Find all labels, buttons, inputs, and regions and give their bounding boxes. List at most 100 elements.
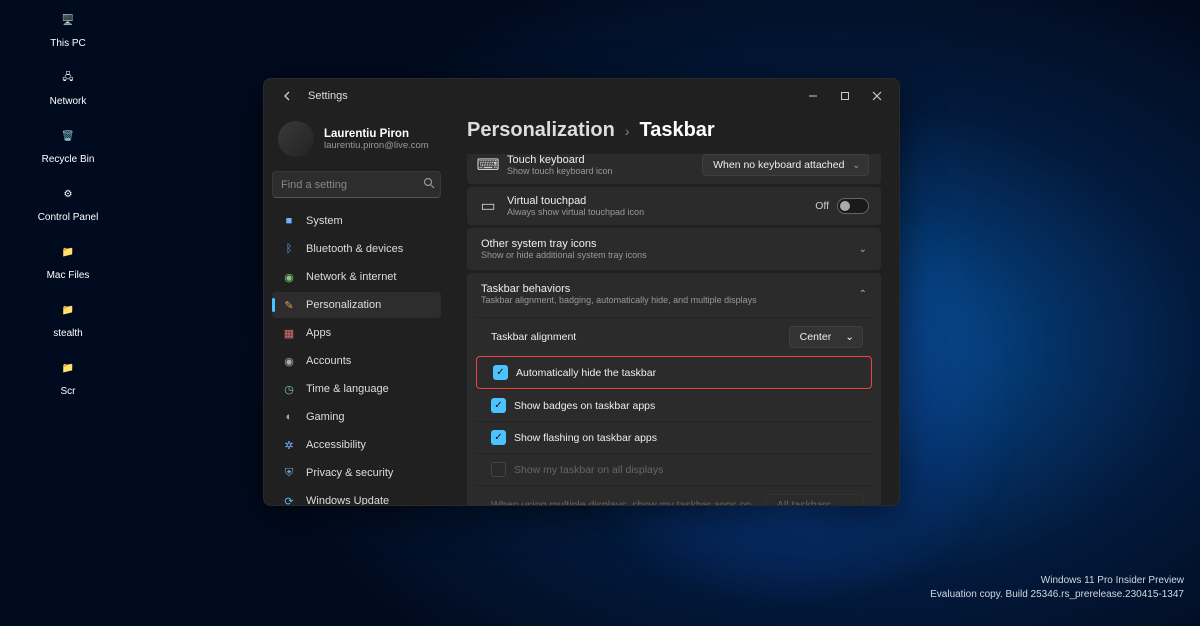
chevron-right-icon: › bbox=[625, 123, 630, 139]
window-title: Settings bbox=[308, 90, 348, 102]
all-displays-checkbox bbox=[491, 462, 506, 477]
profile-name: Laurentiu Piron bbox=[324, 128, 429, 140]
multi-displays-dropdown: All taskbars ⌄ bbox=[766, 494, 863, 505]
chevron-down-icon: ⌄ bbox=[859, 244, 867, 255]
folder-icon: 📁 bbox=[54, 238, 82, 266]
sidebar-item-network[interactable]: ◉ Network & internet bbox=[272, 264, 441, 290]
row-all-displays: Show my taskbar on all displays bbox=[475, 453, 873, 485]
sidebar-item-label: Time & language bbox=[306, 383, 389, 395]
folder-icon: 📁 bbox=[54, 296, 82, 324]
desktop-icon-label: Network bbox=[50, 96, 87, 107]
sidebar-item-label: Accounts bbox=[306, 355, 351, 367]
profile-block[interactable]: Laurentiu Piron laurentiu.piron@live.com bbox=[272, 113, 441, 171]
avatar bbox=[278, 121, 314, 157]
desktop-icon-scr[interactable]: 📁 Scr bbox=[32, 354, 104, 397]
row-label: Automatically hide the taskbar bbox=[516, 367, 861, 379]
dropdown-value: All taskbars bbox=[777, 499, 831, 505]
desktop-icon-stealth[interactable]: 📁 stealth bbox=[32, 296, 104, 339]
expander-header-other-tray[interactable]: Other system tray icons Show or hide add… bbox=[467, 228, 881, 270]
desktop-icon-label: Mac Files bbox=[47, 270, 90, 281]
setting-title: Virtual touchpad bbox=[507, 195, 805, 207]
watermark: Windows 11 Pro Insider Preview Evaluatio… bbox=[930, 574, 1184, 602]
chevron-down-icon: ⌄ bbox=[845, 331, 854, 343]
dropdown-value: When no keyboard attached bbox=[713, 159, 844, 171]
network-icon: 🖧 bbox=[54, 64, 82, 92]
setting-touch-keyboard[interactable]: ⌨ Touch keyboard Show touch keyboard ico… bbox=[467, 154, 881, 184]
back-button[interactable] bbox=[274, 82, 302, 110]
expander-title: Taskbar behaviors bbox=[481, 283, 859, 295]
folder-icon: 📁 bbox=[54, 354, 82, 382]
touch-keyboard-dropdown[interactable]: When no keyboard attached ⌄ bbox=[702, 154, 869, 176]
personalization-icon: ✎ bbox=[282, 298, 296, 312]
setting-virtual-touchpad[interactable]: ▭ Virtual touchpad Always show virtual t… bbox=[467, 187, 881, 225]
close-button[interactable] bbox=[861, 82, 893, 110]
search-icon bbox=[423, 177, 435, 192]
accessibility-icon: ✲ bbox=[282, 438, 296, 452]
apps-icon: ▦ bbox=[282, 326, 296, 340]
gaming-icon: ◐ bbox=[282, 410, 296, 424]
sidebar-item-label: Windows Update bbox=[306, 495, 389, 505]
alignment-dropdown[interactable]: Center ⌄ bbox=[789, 326, 863, 348]
settings-scroll[interactable]: ⌨ Touch keyboard Show touch keyboard ico… bbox=[449, 154, 899, 505]
desktop-icon-network[interactable]: 🖧 Network bbox=[32, 64, 104, 107]
expander-subtitle: Taskbar alignment, badging, automaticall… bbox=[481, 295, 859, 305]
settings-window: Settings Laurentiu Piron l bbox=[263, 78, 900, 506]
maximize-button[interactable] bbox=[829, 82, 861, 110]
expander-taskbar-behaviors: Taskbar behaviors Taskbar alignment, bad… bbox=[467, 273, 881, 505]
sidebar-item-label: Personalization bbox=[306, 299, 381, 311]
watermark-line-2: Evaluation copy. Build 25346.rs_prerelea… bbox=[930, 588, 1184, 602]
sidebar-item-gaming[interactable]: ◐Gaming bbox=[272, 404, 441, 430]
touchpad-icon: ▭ bbox=[479, 196, 497, 216]
expander-title: Other system tray icons bbox=[481, 238, 859, 250]
row-auto-hide: ✓ Automatically hide the taskbar bbox=[476, 356, 872, 389]
sidebar-item-label: Apps bbox=[306, 327, 331, 339]
flashing-checkbox[interactable]: ✓ bbox=[491, 430, 506, 445]
search-box[interactable] bbox=[272, 171, 441, 198]
sidebar-item-accessibility[interactable]: ✲ Accessibility bbox=[272, 432, 441, 458]
sidebar-item-privacy[interactable]: ⛨ Privacy & security bbox=[272, 460, 441, 486]
row-badges: ✓ Show badges on taskbar apps bbox=[475, 389, 873, 421]
sidebar-item-label: Accessibility bbox=[306, 439, 366, 451]
desktop-icon-this-pc[interactable]: 🖥️ This PC bbox=[32, 6, 104, 49]
titlebar[interactable]: Settings bbox=[264, 79, 899, 113]
desktop-icon-label: stealth bbox=[53, 328, 82, 339]
virtual-touchpad-toggle[interactable] bbox=[837, 198, 869, 214]
auto-hide-checkbox[interactable]: ✓ bbox=[493, 365, 508, 380]
breadcrumb-parent[interactable]: Personalization bbox=[467, 119, 615, 142]
sidebar-item-system[interactable]: ■ System bbox=[272, 208, 441, 234]
system-icon: ■ bbox=[282, 214, 296, 228]
search-input[interactable] bbox=[281, 179, 423, 191]
expander-subtitle: Show or hide additional system tray icon… bbox=[481, 250, 859, 260]
sidebar: Laurentiu Piron laurentiu.piron@live.com… bbox=[264, 113, 449, 505]
row-label: When using multiple displays, show my ta… bbox=[491, 499, 758, 505]
keyboard-icon: ⌨ bbox=[479, 155, 497, 175]
sidebar-item-apps[interactable]: ▦ Apps bbox=[272, 320, 441, 346]
badges-checkbox[interactable]: ✓ bbox=[491, 398, 506, 413]
desktop-icon-label: Scr bbox=[61, 386, 76, 397]
desktop-icon-control-panel[interactable]: ⚙ Control Panel bbox=[32, 180, 104, 223]
network-icon: ◉ bbox=[282, 270, 296, 284]
sidebar-item-windows-update[interactable]: ⟳ Windows Update bbox=[272, 488, 441, 505]
desktop-icon-label: Recycle Bin bbox=[42, 154, 95, 165]
desktop-icon-mac-files[interactable]: 📁 Mac Files bbox=[32, 238, 104, 281]
time-icon: ◷ bbox=[282, 382, 296, 396]
minimize-button[interactable] bbox=[797, 82, 829, 110]
row-taskbar-alignment: Taskbar alignment Center ⌄ bbox=[475, 317, 873, 356]
expander-header-behaviors[interactable]: Taskbar behaviors Taskbar alignment, bad… bbox=[467, 273, 881, 315]
profile-email: laurentiu.piron@live.com bbox=[324, 140, 429, 151]
row-label: Taskbar alignment bbox=[491, 331, 781, 343]
sidebar-item-label: Network & internet bbox=[306, 271, 396, 283]
sidebar-item-label: Privacy & security bbox=[306, 467, 393, 479]
row-multi-displays: When using multiple displays, show my ta… bbox=[475, 485, 873, 505]
update-icon: ⟳ bbox=[282, 494, 296, 505]
control-panel-icon: ⚙ bbox=[54, 180, 82, 208]
chevron-down-icon: ⌄ bbox=[852, 160, 860, 171]
sidebar-item-label: System bbox=[306, 215, 343, 227]
sidebar-item-bluetooth[interactable]: ᛒBluetooth & devices bbox=[272, 236, 441, 262]
shield-icon: ⛨ bbox=[282, 466, 296, 480]
desktop-icon-label: Control Panel bbox=[38, 212, 99, 223]
desktop-icon-recycle-bin[interactable]: 🗑️ Recycle Bin bbox=[32, 122, 104, 165]
sidebar-item-time-language[interactable]: ◷ Time & language bbox=[272, 376, 441, 402]
sidebar-item-accounts[interactable]: ◉Accounts bbox=[272, 348, 441, 374]
sidebar-item-personalization[interactable]: ✎ Personalization bbox=[272, 292, 441, 318]
